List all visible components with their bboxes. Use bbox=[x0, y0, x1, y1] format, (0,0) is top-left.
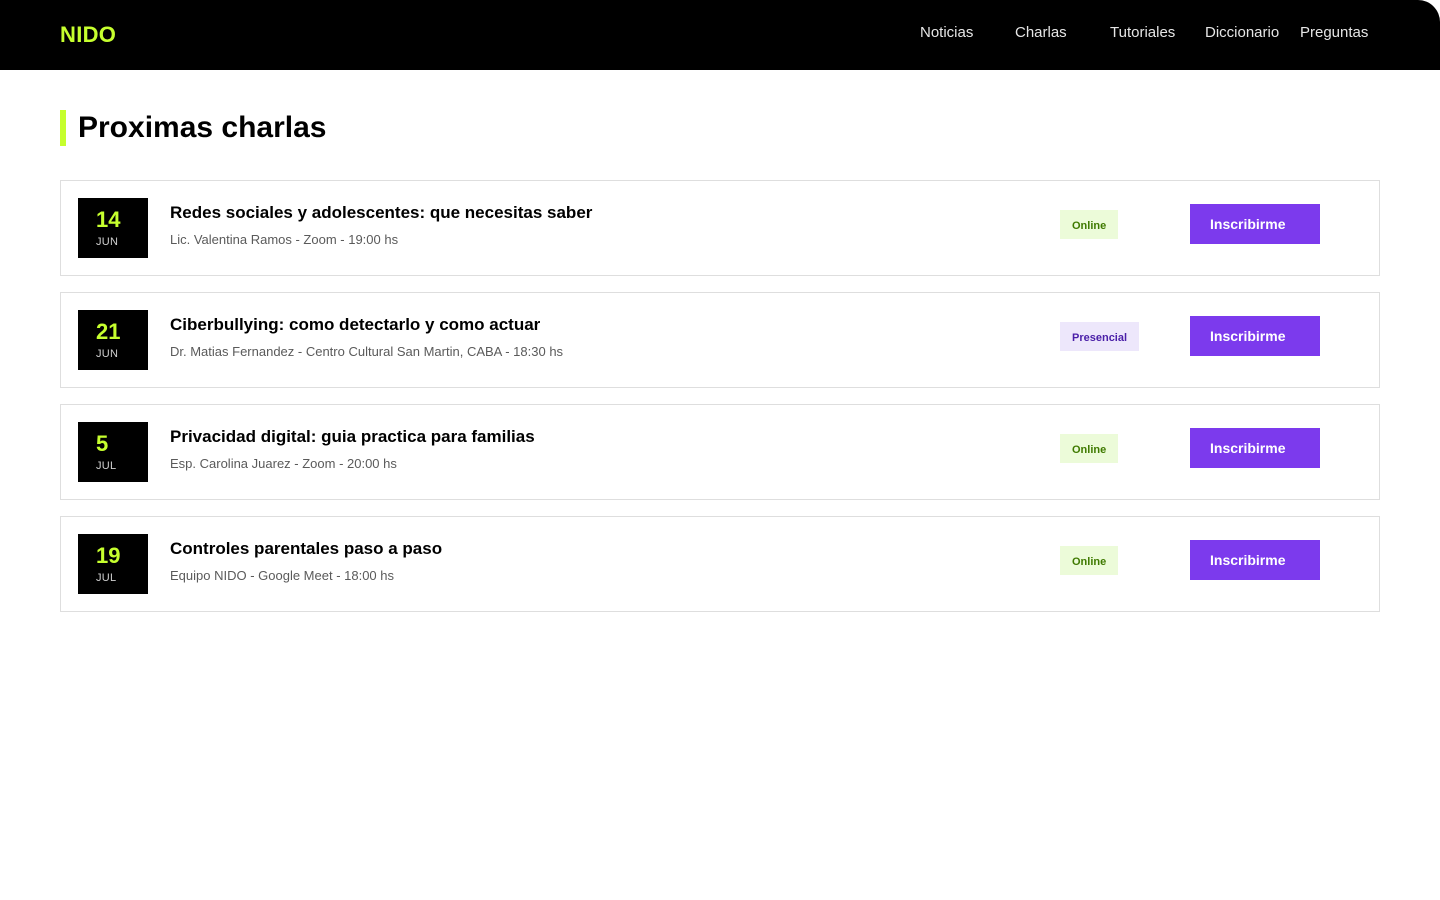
page-heading: Proximas charlas bbox=[60, 110, 326, 146]
nav-link-noticias[interactable]: Noticias bbox=[920, 24, 973, 41]
nav-link-preguntas[interactable]: Preguntas bbox=[1300, 24, 1368, 41]
event-mode-badge: Presencial bbox=[1060, 322, 1140, 351]
event-month: JUL bbox=[96, 572, 117, 584]
register-button[interactable]: Inscribirme bbox=[1190, 204, 1320, 244]
event-card: 19 JUL Controles parentales paso a paso … bbox=[60, 516, 1380, 612]
register-button[interactable]: Inscribirme bbox=[1190, 540, 1320, 580]
event-month: JUN bbox=[96, 236, 119, 248]
event-month: JUN bbox=[96, 348, 119, 360]
event-title: Privacidad digital: guia practica para f… bbox=[170, 427, 535, 446]
register-button[interactable]: Inscribirme bbox=[1190, 316, 1320, 356]
register-button[interactable]: Inscribirme bbox=[1190, 428, 1320, 468]
nav-link-charlas[interactable]: Charlas bbox=[1015, 24, 1067, 41]
event-title: Redes sociales y adolescentes: que neces… bbox=[170, 203, 593, 222]
event-day: 21 bbox=[96, 319, 121, 344]
event-day: 14 bbox=[96, 207, 121, 232]
events-list: 14 JUN Redes sociales y adolescentes: qu… bbox=[60, 180, 1380, 628]
event-card: 14 JUN Redes sociales y adolescentes: qu… bbox=[60, 180, 1380, 276]
heading-accent-bar bbox=[60, 110, 66, 146]
nav-link-diccionario[interactable]: Diccionario bbox=[1205, 24, 1279, 41]
event-date-box: 14 JUN bbox=[78, 198, 148, 258]
event-details: Dr. Matias Fernandez - Centro Cultural S… bbox=[170, 344, 564, 359]
event-mode-badge: Online bbox=[1060, 210, 1119, 239]
event-mode-badge: Online bbox=[1060, 546, 1119, 575]
top-navigation-bar: NIDO Noticias Charlas Tutoriales Diccion… bbox=[0, 0, 1440, 70]
event-mode-badge: Online bbox=[1060, 434, 1119, 463]
page-title: Proximas charlas bbox=[78, 111, 327, 144]
event-date-box: 5 JUL bbox=[78, 422, 148, 482]
event-day: 5 bbox=[96, 431, 109, 456]
event-month: JUL bbox=[96, 460, 117, 472]
event-card: 21 JUN Ciberbullying: como detectarlo y … bbox=[60, 292, 1380, 388]
event-date-box: 19 JUL bbox=[78, 534, 148, 594]
event-date-box: 21 JUN bbox=[78, 310, 148, 370]
event-title: Controles parentales paso a paso bbox=[170, 539, 443, 558]
main-nav: Noticias Charlas Tutoriales Diccionario … bbox=[0, 24, 1440, 44]
event-title: Ciberbullying: como detectarlo y como ac… bbox=[170, 315, 541, 334]
event-card: 5 JUL Privacidad digital: guia practica … bbox=[60, 404, 1380, 500]
event-details: Lic. Valentina Ramos - Zoom - 19:00 hs bbox=[170, 232, 399, 247]
event-day: 19 bbox=[96, 543, 121, 568]
event-details: Equipo NIDO - Google Meet - 18:00 hs bbox=[170, 568, 395, 583]
nav-link-tutoriales[interactable]: Tutoriales bbox=[1110, 24, 1175, 41]
event-details: Esp. Carolina Juarez - Zoom - 20:00 hs bbox=[170, 456, 397, 471]
